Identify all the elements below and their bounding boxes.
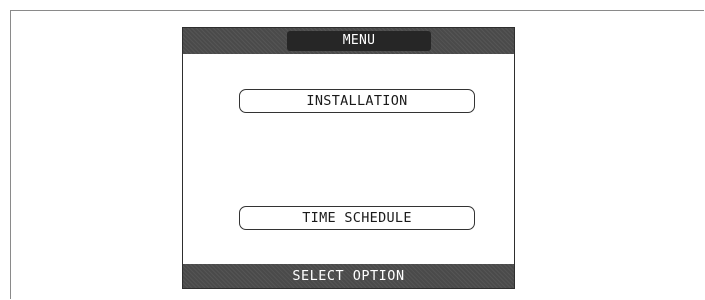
device-screen: MENU INSTALLATION TIME SCHEDULE SELECT O…	[182, 27, 515, 289]
status-text: SELECT OPTION	[292, 268, 405, 284]
time-schedule-button[interactable]: TIME SCHEDULE	[239, 206, 475, 230]
menu-title: MENU	[287, 31, 431, 51]
installation-button[interactable]: INSTALLATION	[239, 89, 475, 113]
status-bar: SELECT OPTION	[183, 264, 514, 288]
header-bar: MENU	[183, 28, 514, 54]
